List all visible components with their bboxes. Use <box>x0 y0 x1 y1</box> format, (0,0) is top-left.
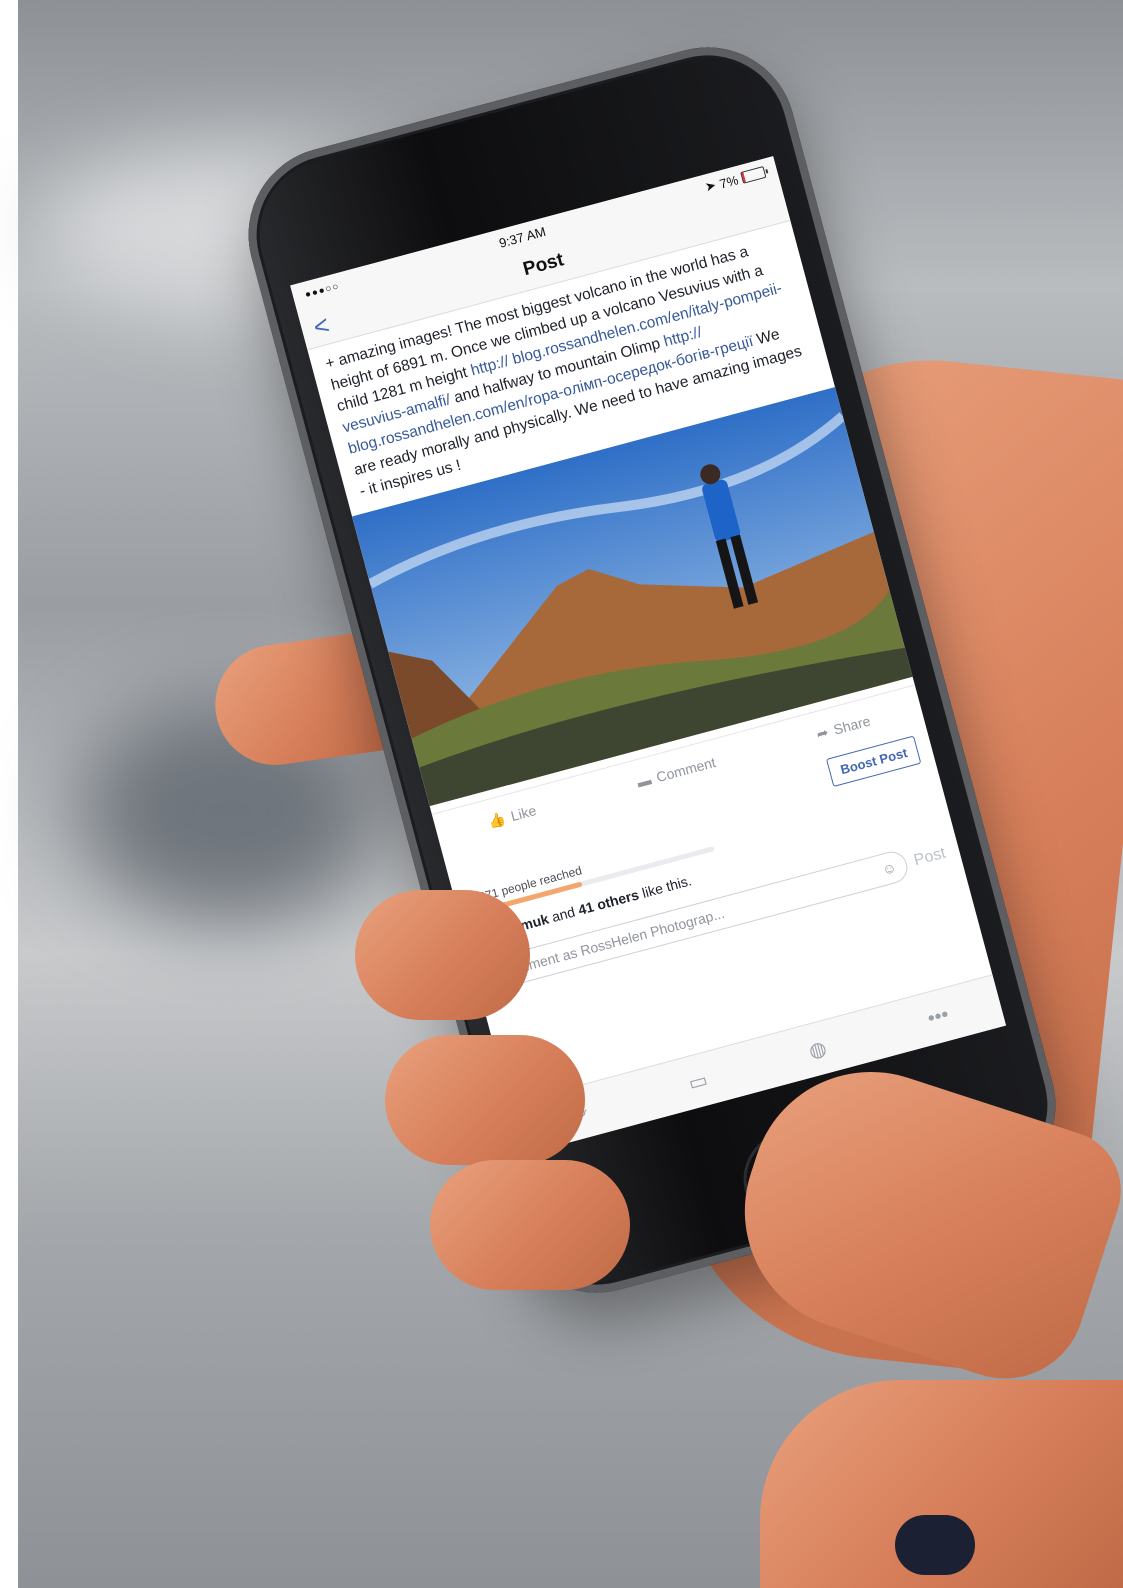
battery-icon <box>740 166 767 184</box>
more-icon[interactable]: ••• <box>925 1003 951 1031</box>
page-title: Post <box>520 249 567 281</box>
likes-others[interactable]: 41 others <box>576 886 640 918</box>
finger-index <box>355 890 530 1020</box>
thumbs-up-icon: 👍 <box>486 809 508 830</box>
comment-button[interactable]: ▬ Comment <box>635 754 717 790</box>
share-label: Share <box>831 712 873 738</box>
likes-suffix: like this. <box>636 872 694 902</box>
post-comment-button[interactable]: Post <box>912 845 948 871</box>
finger-ring <box>430 1160 630 1290</box>
signal-icon: ●●●○○ <box>303 280 341 301</box>
page-edge <box>0 0 18 1588</box>
likes-and: and <box>546 902 581 927</box>
ring <box>895 1515 975 1575</box>
back-button[interactable]: < <box>310 309 333 343</box>
globe-icon[interactable]: ◍ <box>806 1035 829 1064</box>
location-icon: ➤ <box>703 177 718 195</box>
finger-middle <box>385 1035 585 1165</box>
battery-percent: 7% <box>717 171 740 192</box>
like-label: Like <box>508 802 538 825</box>
share-icon: ➦ <box>814 723 830 742</box>
share-button[interactable]: ➦ Share <box>815 712 873 743</box>
comment-icon: ▬ <box>635 771 653 791</box>
emoji-icon[interactable]: ☺ <box>880 859 898 878</box>
messages-icon[interactable]: ▭ <box>686 1067 711 1096</box>
like-button[interactable]: 👍 Like <box>486 802 538 831</box>
battery-fill <box>741 172 746 183</box>
comment-label: Comment <box>654 754 718 786</box>
